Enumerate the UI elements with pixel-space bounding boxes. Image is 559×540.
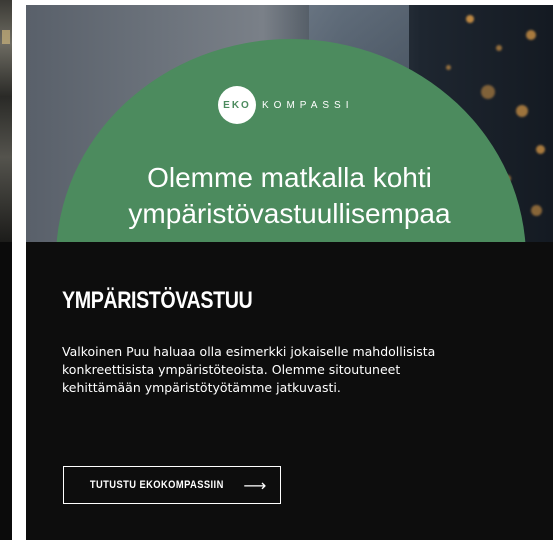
bokeh-light	[516, 105, 528, 117]
logo-badge: EKO	[218, 86, 256, 124]
cta-label: TUTUSTU EKOKOMPASSIIN	[89, 479, 224, 491]
hero-image: EKO KOMPASSI Olemme matkalla kohti ympär…	[26, 5, 553, 242]
previous-card-image	[0, 0, 12, 242]
tutustu-ekokompassiin-button[interactable]: TUTUSTU EKOKOMPASSIIN ⟶	[63, 466, 281, 504]
section-description: Valkoinen Puu haluaa olla esimerkki joka…	[62, 343, 522, 397]
bokeh-light	[496, 45, 502, 51]
bokeh-light	[446, 65, 451, 70]
previous-card-fragment[interactable]	[0, 0, 12, 540]
hero-title-line-1: Olemme matkalla kohti	[147, 162, 432, 193]
ekokompassi-logo: EKO KOMPASSI	[218, 85, 354, 125]
description-line: kehittämään ympäristötyötämme jatkuvasti…	[62, 380, 341, 395]
hero-title: Olemme matkalla kohti ympäristövastuulli…	[26, 160, 553, 232]
card-content: YMPÄRISTÖVASTUU Valkoinen Puu haluaa oll…	[62, 287, 522, 397]
bokeh-light	[481, 85, 495, 99]
logo-wordmark: KOMPASSI	[262, 99, 354, 111]
description-line: Valkoinen Puu haluaa olla esimerkki joka…	[62, 344, 436, 359]
section-title: YMPÄRISTÖVASTUU	[62, 287, 253, 314]
description-line: konkreettisista ympäristöteoista. Olemme…	[62, 362, 401, 377]
environment-card: EKO KOMPASSI Olemme matkalla kohti ympär…	[26, 5, 553, 540]
arrow-right-icon: ⟶	[243, 475, 267, 495]
bokeh-light	[466, 15, 474, 23]
bokeh-light	[526, 30, 536, 40]
hero-title-line-2: ympäristövastuullisempaa	[128, 198, 451, 229]
bokeh-light	[536, 145, 545, 154]
page: EKO KOMPASSI Olemme matkalla kohti ympär…	[0, 0, 559, 540]
